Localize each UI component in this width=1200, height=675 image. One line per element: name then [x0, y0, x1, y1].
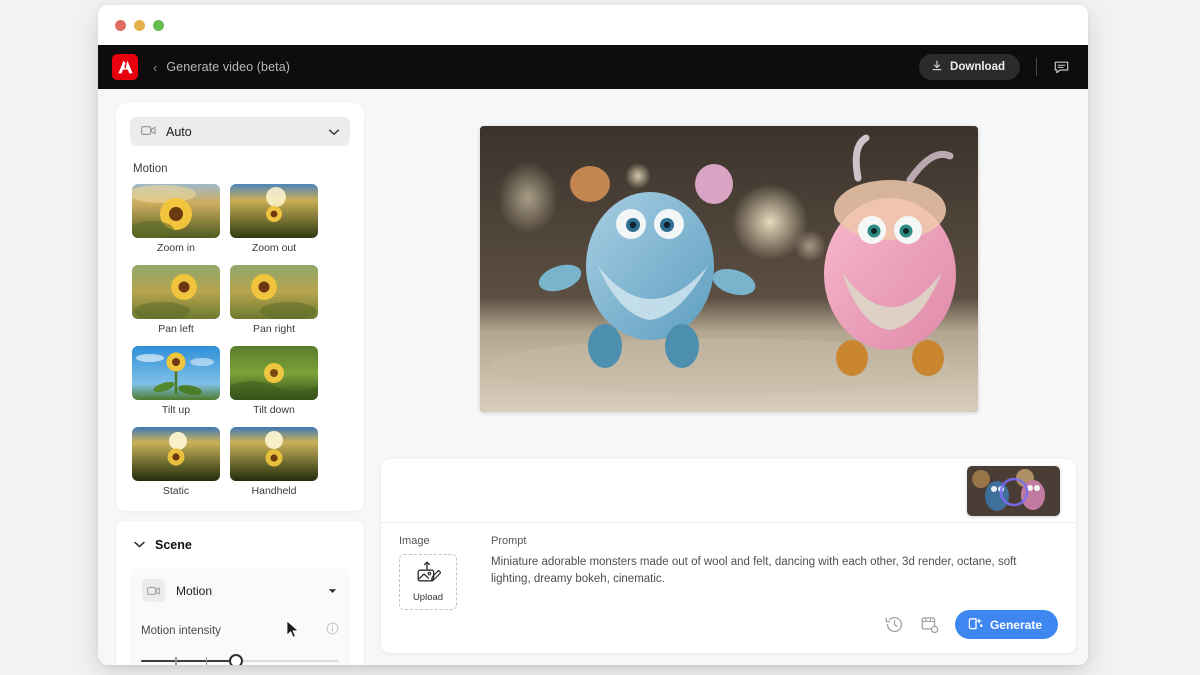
composer-action-bar: Generate	[381, 610, 1076, 653]
video-camera-icon	[142, 579, 165, 602]
motion-section-label: Motion	[133, 163, 168, 175]
motion-option-label: Tilt up	[161, 404, 191, 416]
back-chevron-icon[interactable]: ‹	[153, 61, 157, 74]
motion-option-label: Zoom in	[157, 242, 195, 254]
history-clock-icon[interactable]	[885, 615, 904, 634]
image-upload-edit-icon	[416, 561, 441, 589]
download-button[interactable]: Download	[919, 54, 1020, 80]
app-window: ‹ Generate video (beta) Download Auto Mo…	[98, 5, 1088, 665]
window-minimize-button[interactable]	[134, 19, 145, 31]
chevron-down-icon	[328, 123, 340, 141]
slider-thumb[interactable]	[228, 654, 243, 665]
generate-button[interactable]: Generate	[954, 610, 1058, 639]
prompt-composer-panel: Image Upload Prompt Miniature adorable m…	[381, 459, 1076, 653]
motion-option-handheld[interactable]: Handheld	[230, 427, 318, 497]
scene-motion-dropdown[interactable]: Motion	[139, 576, 341, 605]
motion-option-label: Pan right	[252, 323, 296, 335]
motion-thumbnail	[230, 265, 318, 319]
motion-option-zoom-out[interactable]: Zoom out	[230, 184, 318, 254]
appbar-divider	[1036, 58, 1037, 76]
motion-option-tilt-down[interactable]: Tilt down	[230, 346, 318, 416]
download-button-label: Download	[950, 61, 1005, 73]
scene-motion-value: Motion	[176, 583, 213, 598]
motion-intensity-slider[interactable]	[139, 653, 341, 665]
window-maximize-button[interactable]	[153, 19, 164, 31]
app-body: Auto Motion Zoom in Zoom out Pan left Pa…	[98, 89, 1088, 665]
feedback-chat-icon[interactable]	[1053, 59, 1070, 76]
upload-label: Upload	[412, 592, 444, 603]
generation-settings-icon[interactable]	[920, 615, 939, 634]
motion-thumbnail	[230, 346, 318, 400]
motion-thumbnail	[230, 184, 318, 238]
composer-fields: Image Upload Prompt Miniature adorable m…	[381, 523, 1076, 610]
motion-thumbnail	[132, 427, 220, 481]
chevron-down-icon	[133, 536, 146, 554]
motion-thumbnail	[132, 265, 220, 319]
image-upload-dropzone[interactable]: Upload	[399, 554, 457, 610]
slider-tick	[175, 657, 177, 665]
info-circle-icon[interactable]	[326, 622, 339, 640]
motion-option-static[interactable]: Static	[132, 427, 220, 497]
motion-thumbnail	[132, 346, 220, 400]
prompt-field-label: Prompt	[491, 535, 527, 547]
video-preview-area	[381, 103, 1076, 445]
scene-section-header[interactable]: Scene	[130, 536, 350, 554]
motion-panel: Auto Motion Zoom in Zoom out Pan left Pa…	[116, 103, 364, 511]
scene-section-title: Scene	[155, 538, 192, 552]
page-title: Generate video (beta)	[166, 60, 291, 74]
motion-option-tilt-up[interactable]: Tilt up	[132, 346, 220, 416]
sparkle-generate-icon	[968, 616, 983, 634]
generated-clip-thumbnail[interactable]	[967, 465, 1060, 516]
motion-option-zoom-in[interactable]: Zoom in	[132, 184, 220, 254]
aspect-ratio-value: Auto	[166, 124, 192, 139]
motion-option-label: Tilt down	[253, 404, 295, 416]
image-input-column: Image Upload	[399, 535, 469, 610]
motion-thumbnail	[230, 427, 318, 481]
app-header-bar: ‹ Generate video (beta) Download	[98, 45, 1088, 89]
motion-option-label: Zoom out	[251, 242, 297, 254]
prompt-input[interactable]: Miniature adorable monsters made out of …	[491, 554, 1058, 589]
motion-thumbnail	[132, 184, 220, 238]
slider-fill	[141, 660, 238, 662]
caret-down-icon	[328, 586, 337, 596]
video-camera-icon	[141, 123, 156, 141]
motion-option-label: Handheld	[251, 485, 297, 497]
mouse-pointer	[286, 620, 299, 638]
window-titlebar	[98, 5, 1088, 45]
prompt-input-column: Prompt Miniature adorable monsters made …	[491, 535, 1058, 610]
slider-tick	[205, 657, 208, 665]
main-content: Image Upload Prompt Miniature adorable m…	[381, 103, 1076, 653]
aspect-ratio-select[interactable]: Auto	[130, 117, 350, 146]
window-close-button[interactable]	[115, 19, 126, 31]
motion-option-pan-right[interactable]: Pan right	[230, 265, 318, 335]
motion-option-label: Pan left	[158, 323, 194, 335]
motion-options-grid: Zoom in Zoom out Pan left Pan right Tilt…	[130, 184, 350, 497]
scene-panel: Scene Motion Motion intensity	[116, 521, 364, 665]
download-icon	[931, 60, 943, 75]
image-field-label: Image	[399, 535, 430, 547]
motion-intensity-label: Motion intensity	[141, 625, 221, 637]
motion-option-label: Static	[162, 485, 190, 497]
left-sidebar: Auto Motion Zoom in Zoom out Pan left Pa…	[116, 103, 364, 665]
generated-results-strip	[381, 459, 1076, 523]
generate-button-label: Generate	[989, 617, 1042, 632]
scene-controls: Motion Motion intensity	[130, 567, 350, 665]
motion-intensity-label-row: Motion intensity	[139, 622, 341, 640]
appbar-actions: Download	[919, 54, 1070, 80]
adobe-logo-icon[interactable]	[112, 54, 138, 80]
video-preview[interactable]	[479, 126, 978, 412]
motion-option-pan-left[interactable]: Pan left	[132, 265, 220, 335]
